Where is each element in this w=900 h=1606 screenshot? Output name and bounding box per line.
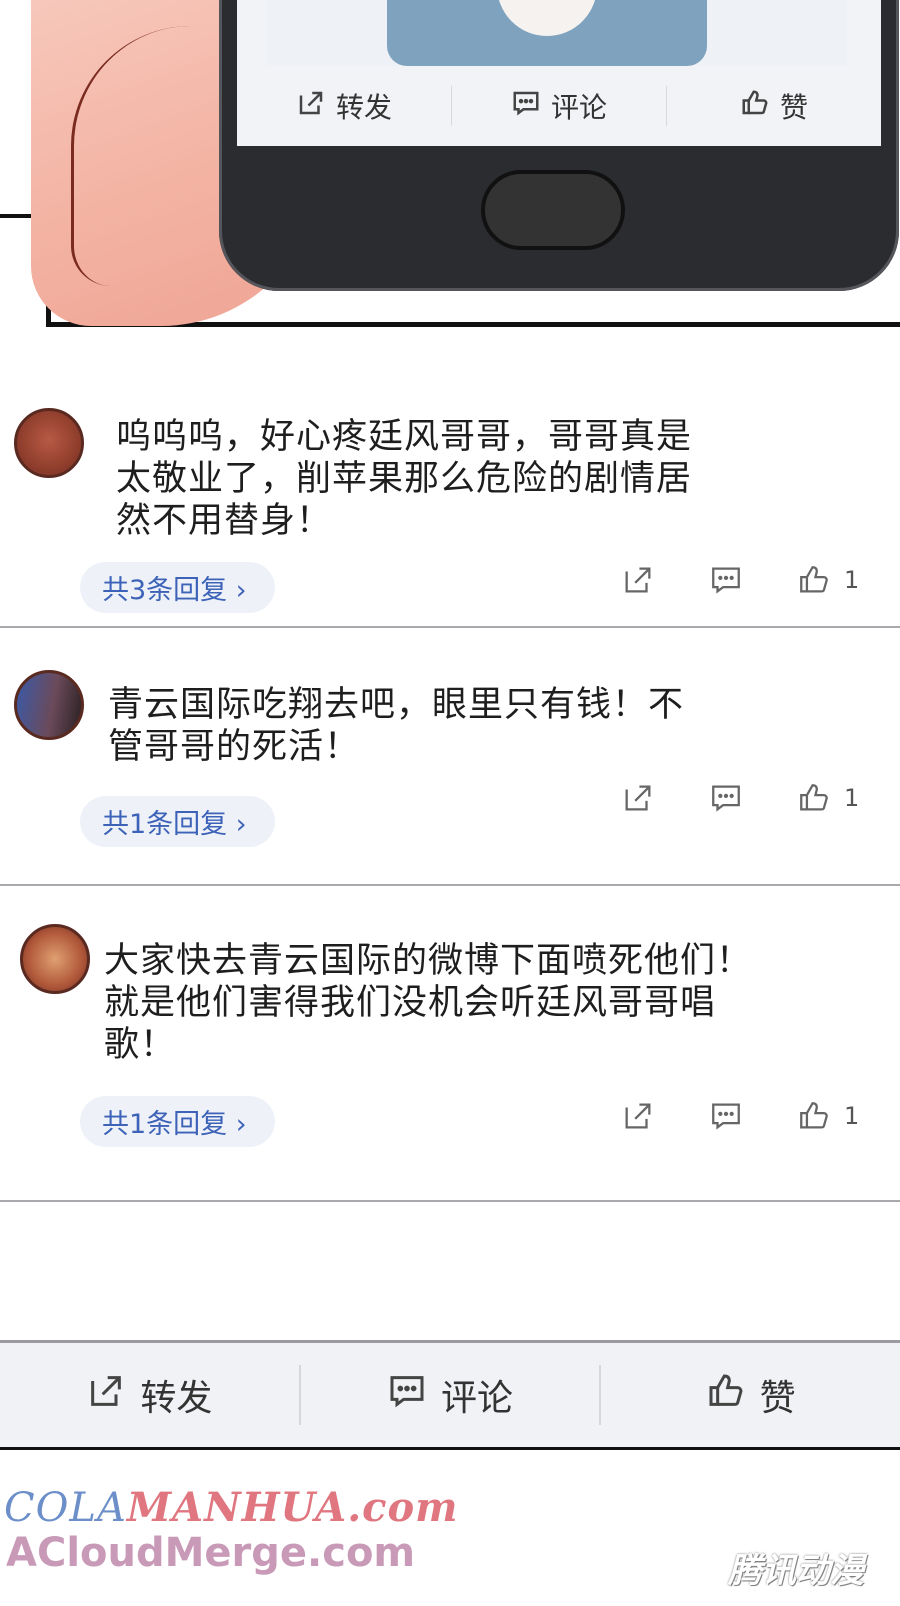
watermark-acloudmerge: ACloudMerge.com — [6, 1530, 416, 1576]
share-icon[interactable] — [618, 1096, 658, 1136]
comment-label: 评论 — [441, 1378, 514, 1419]
like-count: 1 — [844, 1102, 860, 1130]
reply-count-link[interactable]: 共1条回复 › — [80, 1096, 275, 1147]
chevron-right-icon: › — [235, 575, 247, 606]
comment-actions: 1 — [618, 560, 859, 600]
phone-post-actions: 转发 评论 赞 — [237, 66, 881, 146]
watermark-colamanhua: COLAMANHUA.com — [4, 1484, 459, 1531]
like-button[interactable]: 赞 — [601, 1365, 900, 1425]
watermark-tencent: 腾讯动漫 — [728, 1551, 864, 1591]
avatar[interactable] — [14, 408, 84, 478]
phone-device: 转发 评论 赞 — [219, 0, 899, 291]
comment-icon — [387, 1371, 427, 1420]
comment-actions: 1 — [618, 1096, 859, 1136]
share-icon[interactable] — [618, 778, 658, 818]
phone-like-label: 赞 — [779, 91, 808, 124]
share-icon — [296, 88, 326, 125]
comment-icon[interactable] — [706, 560, 746, 600]
thumbs-up-icon[interactable] — [794, 560, 834, 600]
like-label: 赞 — [759, 1378, 796, 1419]
chevron-right-icon: › — [235, 1109, 247, 1140]
thumbs-up-icon — [706, 1371, 746, 1420]
phone-repost-label: 转发 — [335, 91, 392, 124]
bottom-action-bar: 转发 评论 赞 — [0, 1340, 900, 1450]
share-icon — [86, 1371, 126, 1420]
comment-text: 呜呜呜，好心疼廷风哥哥，哥哥真是 太敬业了，削苹果那么危险的剧情居 然不用替身！ — [116, 417, 693, 541]
phone-like-button[interactable]: 赞 — [667, 86, 881, 126]
post-photo — [267, 0, 847, 66]
avatar[interactable] — [20, 924, 90, 994]
comic-panel: 转发 评论 赞 — [31, 0, 900, 327]
thumbs-up-icon — [740, 88, 770, 125]
like-count: 1 — [844, 784, 860, 812]
comment-text: 大家快去青云国际的微博下面喷死他们！ 就是他们害得我们没机会听廷风哥哥唱 歌！ — [104, 941, 753, 1065]
comment-divider — [0, 626, 900, 628]
comment-actions: 1 — [618, 778, 859, 818]
phone-comment-button[interactable]: 评论 — [452, 86, 667, 126]
comment-icon — [511, 88, 541, 125]
reply-count-link[interactable]: 共3条回复 › — [80, 562, 275, 613]
repost-button[interactable]: 转发 — [0, 1365, 301, 1425]
phone-comment-label: 评论 — [550, 91, 607, 124]
comment-divider — [0, 884, 900, 886]
avatar[interactable] — [14, 670, 84, 740]
repost-label: 转发 — [140, 1378, 213, 1419]
phone-home-button — [481, 170, 625, 250]
thumbs-up-icon[interactable] — [794, 1096, 834, 1136]
comment-divider — [0, 1200, 900, 1202]
comment-icon[interactable] — [706, 778, 746, 818]
thumbs-up-icon[interactable] — [794, 778, 834, 818]
like-count: 1 — [844, 566, 860, 594]
comment-button[interactable]: 评论 — [301, 1365, 602, 1425]
phone-screen: 转发 评论 赞 — [237, 0, 881, 146]
comment-text: 青云国际吃翔去吧，眼里只有钱！不 管哥哥的死活！ — [108, 685, 685, 767]
phone-repost-button[interactable]: 转发 — [237, 86, 452, 126]
chevron-right-icon: › — [235, 809, 247, 840]
share-icon[interactable] — [618, 560, 658, 600]
comment-icon[interactable] — [706, 1096, 746, 1136]
reply-count-link[interactable]: 共1条回复 › — [80, 796, 275, 847]
